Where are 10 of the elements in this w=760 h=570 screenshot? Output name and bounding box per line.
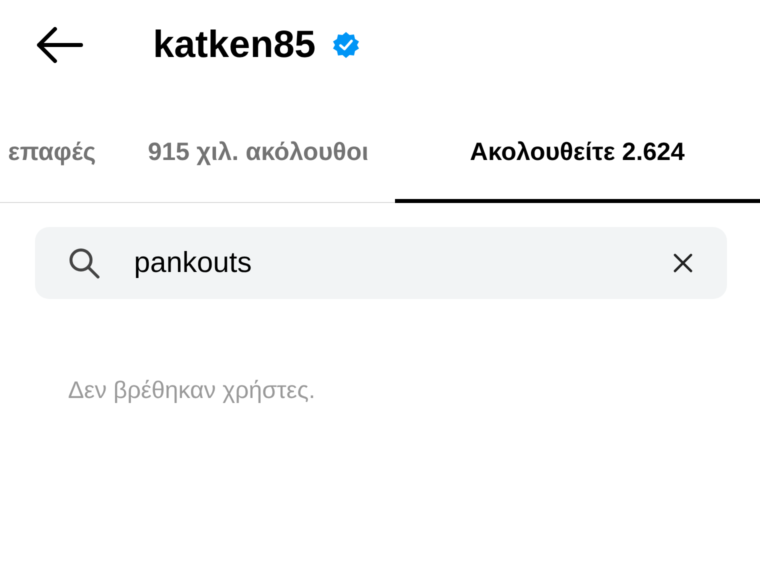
back-arrow-icon[interactable] <box>35 27 83 63</box>
clear-icon[interactable] <box>673 253 693 273</box>
tab[interactable]: επαφές <box>0 116 122 203</box>
search-bar[interactable]: pankouts <box>35 227 727 299</box>
tab[interactable]: 915 χιλ. ακόλουθοι <box>122 116 395 203</box>
tab[interactable]: Ακολουθείτε 2.624 <box>394 116 760 203</box>
search-field[interactable]: pankouts <box>134 246 673 280</box>
profile-username: katken85 <box>153 24 316 66</box>
search-icon <box>68 247 100 279</box>
empty-message: Δεν βρέθηκαν χρήστες. <box>68 377 316 405</box>
